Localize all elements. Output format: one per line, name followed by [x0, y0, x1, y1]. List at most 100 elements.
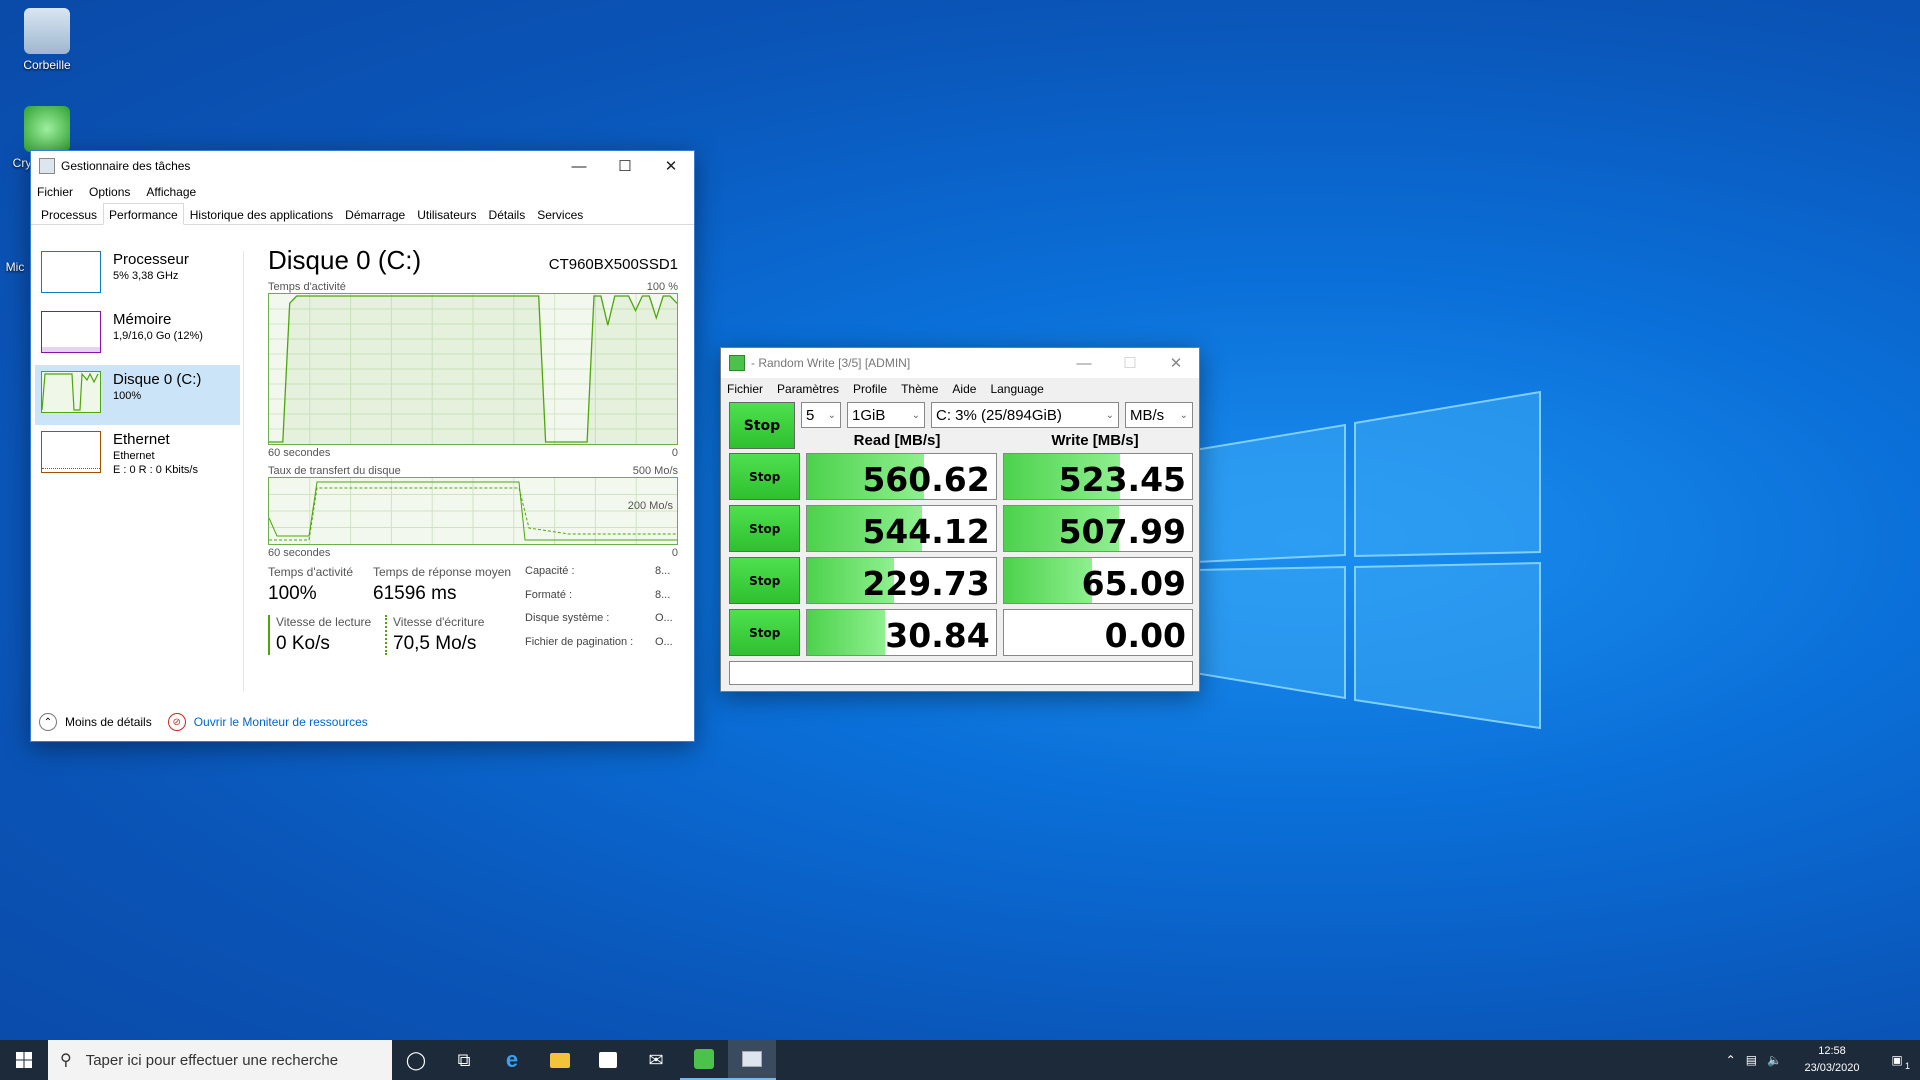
close-button[interactable]: ✕ [648, 151, 694, 181]
size-select[interactable]: 1GiB ⌄ [847, 402, 925, 428]
menu-theme[interactable]: Thème [901, 382, 938, 396]
menu-options[interactable]: Options [89, 185, 130, 199]
task-manager-taskbar-icon[interactable] [728, 1040, 776, 1080]
clock[interactable]: 12:58 23/03/2020 [1792, 1043, 1872, 1077]
write-result: 507.99 [1002, 505, 1193, 552]
search-box[interactable]: ⚲ Taper ici pour effectuer une recherche [48, 1040, 392, 1080]
memory-thumbnail [41, 311, 101, 353]
menu-affichage[interactable]: Affichage [146, 185, 196, 199]
chevron-down-icon: ⌄ [1105, 409, 1114, 421]
resource-name: Mémoire [113, 311, 172, 328]
chevron-up-icon[interactable]: ⌃ [1726, 1053, 1736, 1067]
resource-ethernet[interactable]: Ethernet Ethernet E : 0 R : 0 Kbits/s [35, 425, 240, 485]
stop-button[interactable]: Stop [729, 505, 801, 552]
divider [243, 251, 244, 691]
search-icon: ⚲ [60, 1052, 72, 1069]
read-speed-value: 0 Ko/s [276, 633, 330, 654]
search-placeholder: Taper ici pour effectuer une recherche [85, 1051, 339, 1069]
microsoft-shortcut[interactable]: Mic [0, 208, 30, 274]
write-speed-value: 70,5 Mo/s [393, 633, 477, 654]
resource-cpu[interactable]: Processeur 5% 3,38 GHz [35, 245, 240, 305]
resource-sub: 100% [113, 390, 142, 402]
maximize-button[interactable]: ☐ [1107, 348, 1153, 378]
volume-icon[interactable]: 🔈 [1767, 1053, 1782, 1067]
resource-memory[interactable]: Mémoire 1,9/16,0 Go (12%) [35, 305, 240, 365]
resource-sub2: E : 0 R : 0 Kbits/s [113, 464, 198, 476]
start-button[interactable] [0, 1040, 48, 1080]
notification-icon[interactable]: ▣ 1 [1882, 1053, 1912, 1071]
tab-details[interactable]: Détails [483, 203, 532, 224]
menu-aide[interactable]: Aide [952, 382, 976, 396]
menu-bar: Fichier Paramètres Profile Thème Aide La… [721, 378, 1199, 400]
activity-graph-label: Temps d'activité [268, 281, 346, 293]
drive-select[interactable]: C: 3% (25/894GiB) ⌄ [931, 402, 1119, 428]
menu-fichier[interactable]: Fichier [37, 185, 73, 199]
result-row: Stop 544.12 507.99 [729, 505, 1193, 552]
chevron-up-icon[interactable]: ⌃ [39, 713, 57, 731]
disk-thumbnail [41, 371, 101, 413]
response-time-value: 61596 ms [373, 583, 457, 604]
minimize-button[interactable]: — [556, 151, 602, 181]
unit-select[interactable]: MB/s ⌄ [1125, 402, 1193, 428]
tab-processus[interactable]: Processus [35, 203, 103, 224]
menu-bar: Fichier Options Affichage [31, 181, 694, 203]
date: 23/03/2020 [1804, 1062, 1860, 1074]
recycle-bin-icon[interactable]: Corbeille [12, 8, 82, 72]
crystaldiskmark-taskbar-icon[interactable] [680, 1040, 728, 1080]
crystaldiskmark-window[interactable]: - Random Write [3/5] [ADMIN] — ☐ ✕ Fichi… [720, 347, 1200, 692]
less-details-link[interactable]: Moins de détails [65, 715, 152, 729]
disk-model: CT960BX500SSD1 [548, 256, 678, 273]
ethernet-thumbnail [41, 431, 101, 473]
tab-utilisateurs[interactable]: Utilisateurs [411, 203, 482, 224]
prop-key: Fichier de pagination : [525, 635, 634, 648]
cortana-icon[interactable]: ◯ [392, 1040, 440, 1080]
result-row: Stop 229.73 65.09 [729, 557, 1193, 604]
write-speed-label: Vitesse d'écriture [393, 615, 485, 629]
time: 12:58 [1818, 1045, 1846, 1057]
menu-fichier[interactable]: Fichier [727, 382, 763, 396]
transfer-graph-label: Taux de transfert du disque [268, 465, 401, 477]
mail-icon[interactable]: ✉ [632, 1040, 680, 1080]
transfer-graph: 200 Mo/s [268, 477, 678, 545]
chevron-down-icon: ⌄ [827, 409, 836, 421]
close-button[interactable]: ✕ [1153, 348, 1199, 378]
resource-disk[interactable]: Disque 0 (C:) 100% [35, 365, 240, 425]
read-result: 30.84 [806, 609, 997, 656]
transfer-graph-mid: 200 Mo/s [627, 500, 673, 512]
stop-all-button[interactable]: Stop [729, 402, 795, 449]
store-icon[interactable] [584, 1040, 632, 1080]
transfer-graph-min: 0 [671, 547, 678, 559]
count-select[interactable]: 5 ⌄ [801, 402, 841, 428]
title-bar[interactable]: Gestionnaire des tâches — ☐ ✕ [31, 151, 694, 181]
tab-historique[interactable]: Historique des applications [184, 203, 339, 224]
stop-button[interactable]: Stop [729, 609, 801, 656]
activity-value: 100% [268, 583, 317, 604]
menu-parametres[interactable]: Paramètres [777, 382, 839, 396]
tab-demarrage[interactable]: Démarrage [339, 203, 411, 224]
crystaldiskmark-icon [729, 355, 745, 371]
edge-icon[interactable]: e [488, 1040, 536, 1080]
menu-profile[interactable]: Profile [853, 382, 887, 396]
resource-monitor-link[interactable]: Ouvrir le Moniteur de ressources [194, 715, 368, 729]
tab-services[interactable]: Services [531, 203, 589, 224]
stop-button[interactable]: Stop [729, 557, 801, 604]
resource-sub: 5% 3,38 GHz [113, 270, 179, 282]
task-view-icon[interactable]: ⧉ [440, 1040, 488, 1080]
notification-badge: 1 [1904, 1061, 1910, 1071]
stop-button[interactable]: Stop [729, 453, 801, 500]
crystaldiskmark-icon [24, 106, 70, 152]
transfer-graph-time: 60 secondes [268, 547, 331, 559]
system-tray: ⌃ ▤ 🔈 12:58 23/03/2020 ▣ 1 [1726, 1040, 1920, 1080]
activity-graph-time: 60 secondes [268, 447, 331, 459]
network-icon[interactable]: ▤ [1746, 1053, 1757, 1067]
title-bar[interactable]: - Random Write [3/5] [ADMIN] — ☐ ✕ [721, 348, 1199, 378]
minimize-button[interactable]: — [1061, 348, 1107, 378]
comment-field[interactable] [729, 661, 1193, 685]
maximize-button[interactable]: ☐ [602, 151, 648, 181]
tab-performance[interactable]: Performance [103, 203, 184, 225]
resource-name: Disque 0 (C:) [113, 371, 202, 388]
task-manager-window[interactable]: Gestionnaire des tâches — ☐ ✕ Fichier Op… [30, 150, 695, 742]
menu-language[interactable]: Language [990, 382, 1043, 396]
window-title: - Random Write [3/5] [ADMIN] [751, 356, 911, 370]
file-explorer-icon[interactable] [536, 1040, 584, 1080]
